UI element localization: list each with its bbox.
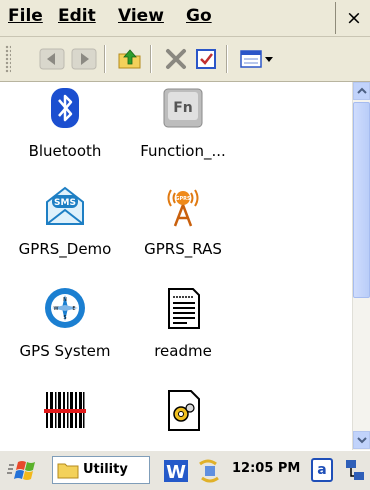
input-mode-label: a <box>317 462 327 478</box>
menu-divider <box>335 2 336 34</box>
scroll-up-button[interactable] <box>353 82 370 100</box>
chevron-up-icon <box>357 87 367 94</box>
file-label: readme <box>154 342 212 360</box>
svg-text:W: W <box>54 306 59 312</box>
back-button[interactable] <box>38 46 66 72</box>
file-item-settings[interactable] <box>118 388 248 450</box>
svg-text:GPRS: GPRS <box>175 196 191 202</box>
menu-view[interactable]: View <box>118 6 164 26</box>
settings-file-icon <box>168 390 200 431</box>
file-item-function[interactable]: Fn Function_... <box>118 86 248 182</box>
properties-icon <box>196 49 216 69</box>
views-icon <box>240 50 273 68</box>
delete-icon <box>166 49 186 69</box>
back-icon <box>39 48 65 70</box>
toolbar <box>0 37 370 82</box>
toolbar-separator <box>226 45 228 73</box>
scroll-thumb[interactable] <box>353 102 370 298</box>
toolbar-grip[interactable] <box>5 45 11 73</box>
menu-go-label: Go <box>186 6 212 26</box>
file-label: Function_... <box>140 142 226 160</box>
barcode-icon <box>44 392 86 428</box>
svg-text:S: S <box>63 315 66 321</box>
sync-icon <box>199 459 219 483</box>
folder-icon <box>57 463 79 479</box>
toolbar-separator <box>150 45 152 73</box>
file-item-barcode[interactable] <box>0 388 130 450</box>
gprs-antenna-icon: GPRS <box>167 189 199 227</box>
scroll-down-button[interactable] <box>353 431 370 449</box>
vertical-scrollbar[interactable] <box>352 82 370 450</box>
taskbar-task-utility[interactable]: Utility <box>52 456 150 484</box>
taskbar: Utility W 12:05 PM a <box>0 450 370 490</box>
up-folder-button[interactable] <box>116 46 144 72</box>
forward-icon <box>71 48 97 70</box>
svg-text:E: E <box>72 306 75 312</box>
file-label: GPRS_RAS <box>144 240 222 258</box>
delete-button[interactable] <box>162 46 190 72</box>
menu-file-label: File <box>8 6 43 26</box>
file-item-gprs-ras[interactable]: GPRS GPRS_RAS <box>118 184 248 280</box>
close-button[interactable]: × <box>341 3 367 33</box>
svg-text:SMS: SMS <box>54 198 76 208</box>
word-icon: W <box>164 460 188 483</box>
windows-logo-icon <box>7 461 35 480</box>
text-document-icon <box>168 288 200 329</box>
bluetooth-icon <box>51 88 79 128</box>
input-mode-indicator[interactable]: a <box>311 458 333 482</box>
properties-button[interactable] <box>192 46 220 72</box>
file-list-view: Bluetooth Fn Function_... SMS GPRS_Demo … <box>0 82 352 450</box>
file-item-gps-system[interactable]: N E W S GPS System <box>0 286 130 382</box>
sms-envelope-icon: SMS <box>46 186 84 225</box>
word-app-button[interactable]: W <box>162 458 190 484</box>
sync-status[interactable] <box>194 456 228 486</box>
menu-edit[interactable]: Edit <box>58 6 96 26</box>
file-item-bluetooth[interactable]: Bluetooth <box>0 86 130 182</box>
clock[interactable]: 12:05 PM <box>232 461 300 476</box>
svg-text:W: W <box>166 462 186 483</box>
close-icon: × <box>346 7 362 29</box>
file-item-readme[interactable]: readme <box>118 286 248 382</box>
menu-file[interactable]: File <box>8 6 43 26</box>
svg-text:N: N <box>63 297 67 303</box>
menu-edit-label: Edit <box>58 6 96 26</box>
views-button[interactable] <box>238 46 276 72</box>
menu-view-label: View <box>118 6 164 26</box>
menu-go[interactable]: Go <box>186 6 212 26</box>
start-button[interactable] <box>6 457 46 485</box>
network-button[interactable] <box>342 457 368 485</box>
forward-button[interactable] <box>70 46 98 72</box>
svg-text:Fn: Fn <box>173 100 193 116</box>
function-key-icon: Fn <box>163 88 203 128</box>
up-folder-icon <box>118 49 141 69</box>
menu-bar: File Edit View Go × <box>0 0 370 37</box>
compass-icon: N E W S <box>45 288 85 328</box>
chevron-down-icon <box>357 437 367 444</box>
toolbar-separator <box>104 45 106 73</box>
task-label: Utility <box>83 462 128 477</box>
network-icon <box>346 460 364 480</box>
file-item-gprs-demo[interactable]: SMS GPRS_Demo <box>0 184 130 280</box>
